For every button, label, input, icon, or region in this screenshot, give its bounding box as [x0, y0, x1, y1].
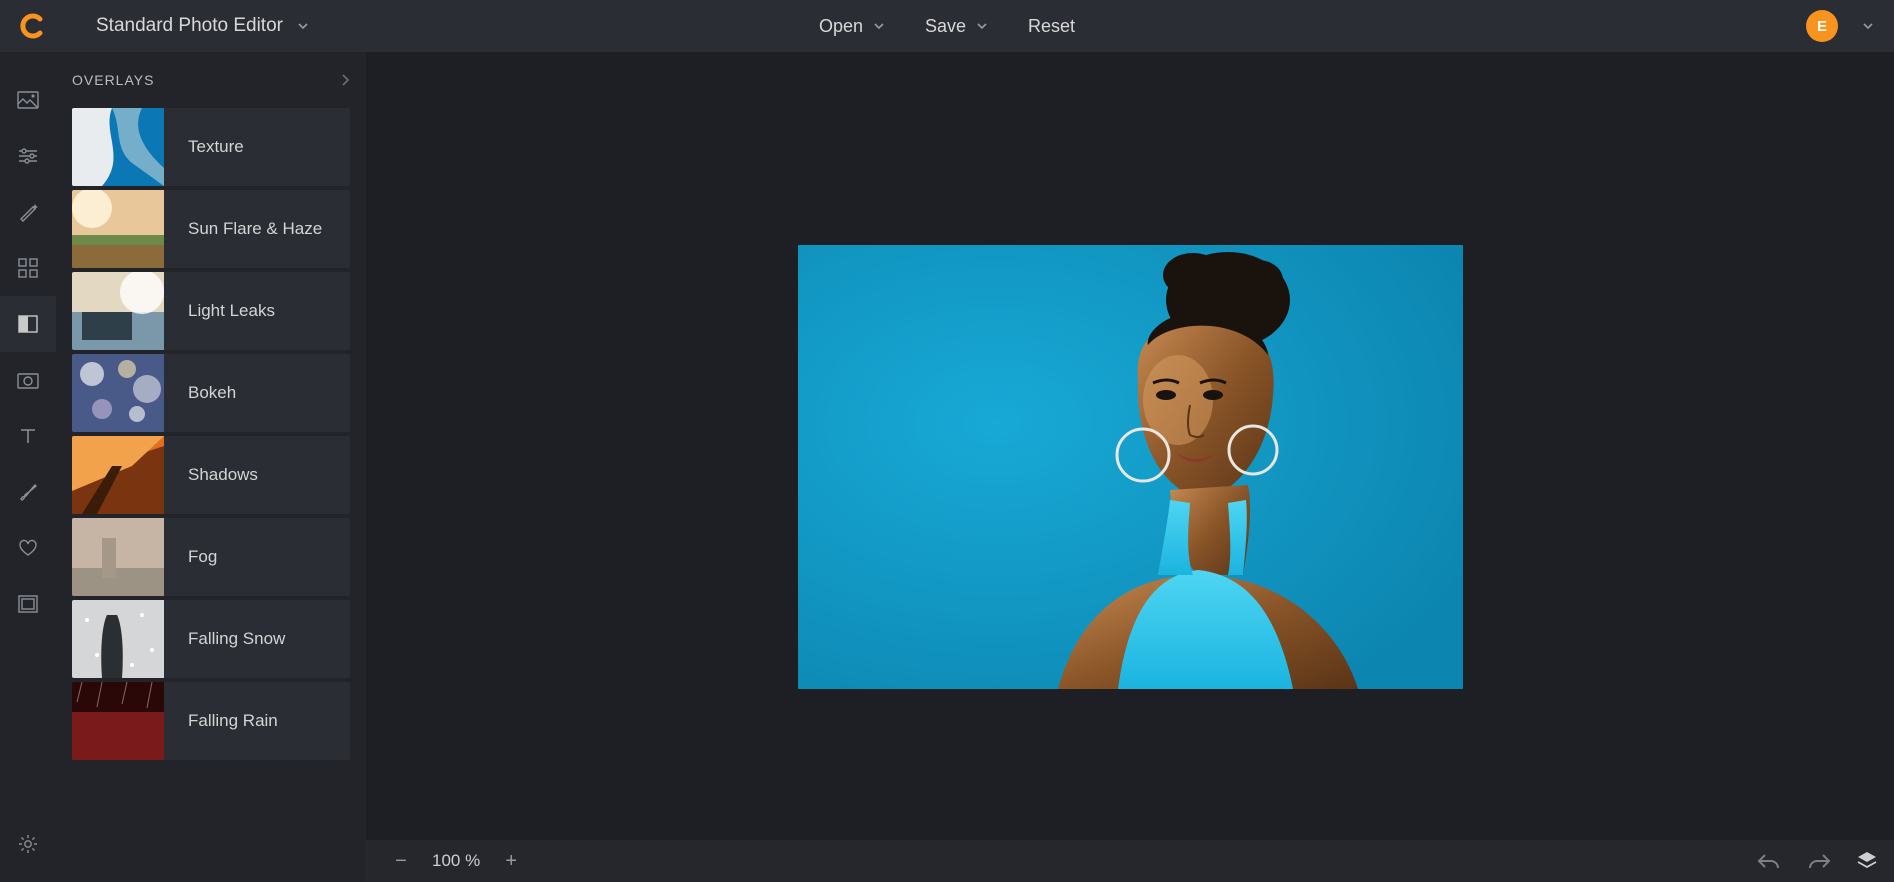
- rail-overlays[interactable]: [0, 296, 56, 352]
- save-label: Save: [925, 16, 966, 37]
- rail-adjust[interactable]: [0, 128, 56, 184]
- user-avatar[interactable]: E: [1806, 10, 1838, 42]
- reset-label: Reset: [1028, 16, 1075, 37]
- overlay-thumb: [72, 190, 164, 268]
- undo-button[interactable]: [1756, 852, 1782, 870]
- overlay-item-bokeh[interactable]: Bokeh: [72, 354, 350, 432]
- overlay-label: Light Leaks: [164, 301, 275, 321]
- chevron-down-icon: [297, 20, 309, 32]
- app-logo: [18, 12, 46, 40]
- canvas-area[interactable]: − 100 % +: [366, 52, 1894, 882]
- reset-button[interactable]: Reset: [1028, 16, 1075, 37]
- rail-brush[interactable]: [0, 464, 56, 520]
- header: Standard Photo Editor Open Save Reset E: [0, 0, 1894, 52]
- rail-frame[interactable]: [0, 576, 56, 632]
- panel-header: OVERLAYS: [72, 72, 350, 88]
- tool-rail: [0, 52, 56, 882]
- overlay-thumb: [72, 518, 164, 596]
- overlay-label: Shadows: [164, 465, 258, 485]
- body: OVERLAYS Texture Sun Flare & Haze Light …: [0, 52, 1894, 882]
- overlay-label: Falling Snow: [164, 629, 285, 649]
- overlay-thumb: [72, 600, 164, 678]
- avatar-letter: E: [1817, 18, 1827, 35]
- header-right: E: [1806, 10, 1874, 42]
- chevron-down-icon: [873, 20, 885, 32]
- rail-grid[interactable]: [0, 240, 56, 296]
- overlay-thumb: [72, 354, 164, 432]
- overlay-label: Sun Flare & Haze: [164, 219, 322, 239]
- overlay-item-fog[interactable]: Fog: [72, 518, 350, 596]
- chevron-down-icon[interactable]: [1862, 20, 1874, 32]
- overlay-label: Texture: [164, 137, 244, 157]
- rail-settings[interactable]: [0, 816, 56, 872]
- chevron-right-icon[interactable]: [340, 73, 350, 87]
- overlay-label: Falling Rain: [164, 711, 278, 731]
- overlay-item-texture[interactable]: Texture: [72, 108, 350, 186]
- save-menu[interactable]: Save: [925, 16, 988, 37]
- redo-button[interactable]: [1806, 852, 1832, 870]
- header-center: Open Save Reset: [819, 16, 1075, 37]
- rail-image[interactable]: [0, 72, 56, 128]
- open-menu[interactable]: Open: [819, 16, 885, 37]
- overlay-item-lightleaks[interactable]: Light Leaks: [72, 272, 350, 350]
- rail-favorites[interactable]: [0, 520, 56, 576]
- bottom-bar: − 100 % +: [366, 840, 1894, 882]
- zoom-value: 100 %: [432, 851, 480, 871]
- overlay-thumb: [72, 436, 164, 514]
- app-title: Standard Photo Editor: [96, 15, 283, 37]
- overlays-panel: OVERLAYS Texture Sun Flare & Haze Light …: [56, 52, 366, 882]
- overlay-item-snow[interactable]: Falling Snow: [72, 600, 350, 678]
- rail-text[interactable]: [0, 408, 56, 464]
- overlay-thumb: [72, 108, 164, 186]
- zoom-controls: − 100 % +: [388, 848, 524, 874]
- overlay-item-sunflare[interactable]: Sun Flare & Haze: [72, 190, 350, 268]
- overlay-label: Fog: [164, 547, 217, 567]
- overlay-thumb: [72, 682, 164, 760]
- canvas-photo: [798, 245, 1463, 689]
- overlay-thumb: [72, 272, 164, 350]
- panel-title: OVERLAYS: [72, 72, 154, 88]
- layers-button[interactable]: [1856, 850, 1878, 872]
- zoom-out-button[interactable]: −: [388, 848, 414, 874]
- rail-magic[interactable]: [0, 184, 56, 240]
- overlay-item-rain[interactable]: Falling Rain: [72, 682, 350, 760]
- app-title-dropdown[interactable]: Standard Photo Editor: [96, 15, 309, 37]
- overlay-item-shadows[interactable]: Shadows: [72, 436, 350, 514]
- zoom-in-button[interactable]: +: [498, 848, 524, 874]
- bottom-right: [1756, 850, 1878, 872]
- overlay-label: Bokeh: [164, 383, 236, 403]
- chevron-down-icon: [976, 20, 988, 32]
- open-label: Open: [819, 16, 863, 37]
- rail-camera[interactable]: [0, 352, 56, 408]
- overlay-list: Texture Sun Flare & Haze Light Leaks Bok…: [72, 108, 350, 760]
